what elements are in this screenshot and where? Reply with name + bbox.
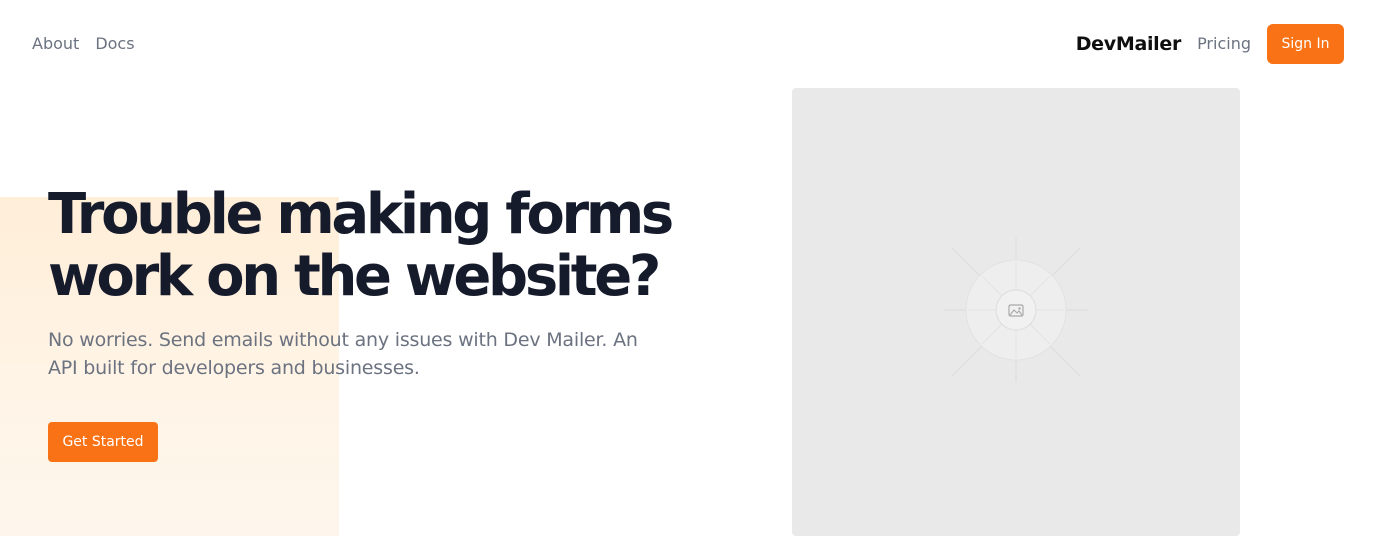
hero-title: Trouble making forms work on the website… <box>48 184 748 308</box>
hero-image-placeholder <box>792 88 1240 536</box>
hero-title-line-1: Trouble making forms <box>48 182 671 247</box>
primary-nav: About Docs <box>32 34 135 54</box>
get-started-button[interactable]: Get Started <box>48 422 158 462</box>
sign-in-button[interactable]: Sign In <box>1267 24 1344 64</box>
hero-title-line-2: work on the website? <box>48 244 658 309</box>
image-placeholder-graphic <box>792 88 1240 536</box>
nav-link-docs[interactable]: Docs <box>95 34 134 54</box>
nav-right-group: DevMailer Pricing Sign In <box>1076 24 1344 64</box>
nav-link-pricing[interactable]: Pricing <box>1197 34 1251 54</box>
brand-logo[interactable]: DevMailer <box>1076 33 1181 55</box>
hero-subtitle: No worries. Send emails without any issu… <box>48 326 668 382</box>
nav-link-about[interactable]: About <box>32 34 79 54</box>
